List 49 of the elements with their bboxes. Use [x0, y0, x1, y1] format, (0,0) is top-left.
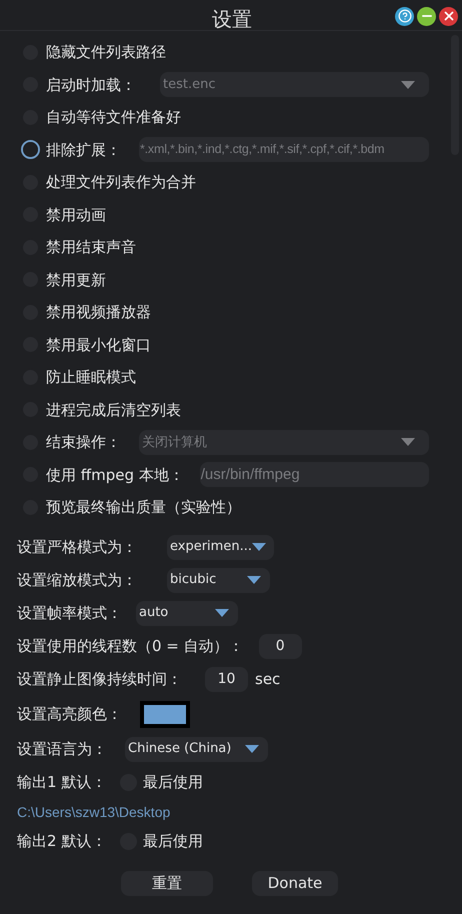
option-label: 自动等待文件准备好 [46, 107, 181, 128]
dropdown[interactable]: Chinese (China) [125, 736, 268, 762]
path-link[interactable]: C:\Users\szw13\Desktop [17, 802, 170, 822]
number-field[interactable]: 0 [258, 634, 302, 658]
caret-icon [247, 576, 261, 584]
minimize-button[interactable] [417, 6, 436, 26]
option-label: 排除扩展： [46, 140, 121, 160]
option-label: 防止睡眠模式 [46, 367, 136, 388]
option-label: 预览最终输出质量（实验性） [46, 497, 241, 518]
number-field[interactable]: 10 [205, 666, 248, 692]
setting-label: 设置语言为： [17, 738, 107, 760]
option-label: 禁用最小化窗口 [46, 334, 151, 356]
setting-label: 设置严格模式为： [17, 536, 137, 558]
setting-label: 设置帧率模式： [17, 602, 122, 624]
color-swatch[interactable] [140, 700, 190, 728]
caret-icon [252, 543, 266, 551]
donate-button[interactable]: Donate [252, 870, 338, 896]
option-label: 结束操作： [46, 432, 121, 453]
close-button[interactable] [439, 6, 458, 26]
option-label: 处理文件列表作为合并 [46, 172, 196, 193]
dropdown[interactable]: auto [136, 600, 238, 626]
option-label: 禁用更新 [46, 270, 106, 290]
setting-label: 设置使用的线程数（0 = 自动）： [17, 636, 244, 657]
output-label: 输出2 默认： [17, 831, 108, 852]
reset-button[interactable]: 重置 [121, 870, 213, 896]
setting-label: 设置静止图像持续时间： [17, 668, 182, 690]
option-label: 禁用结束声音 [46, 237, 136, 258]
help-button[interactable] [395, 6, 414, 26]
caret-icon [401, 80, 415, 89]
option-label: 进程完成后清空列表 [46, 400, 181, 420]
caret-icon [245, 745, 259, 753]
output-label: 输出1 默认： [17, 772, 108, 794]
radio-label: 最后使用 [143, 831, 203, 852]
unit-label: sec [255, 668, 280, 690]
dropdown[interactable]: experimen... [167, 534, 274, 560]
option-label: 启动时加载： [46, 74, 136, 96]
help-icon [398, 9, 412, 23]
setting-label: 设置缩放模式为： [17, 570, 137, 591]
setting-label: 设置高亮颜色： [17, 704, 122, 725]
close-icon [442, 9, 456, 23]
caret-icon [401, 438, 415, 446]
option-label: 禁用动画 [46, 204, 106, 226]
window-title: 设置 [212, 6, 252, 33]
radio-label: 最后使用 [143, 772, 203, 794]
option-label: 禁用视频播放器 [46, 302, 151, 323]
option-label: 隐藏文件列表路径 [46, 42, 166, 63]
caret-icon [215, 609, 229, 617]
option-label: 使用 ffmpeg 本地： [46, 464, 184, 486]
dropdown[interactable]: bicubic [167, 568, 270, 592]
